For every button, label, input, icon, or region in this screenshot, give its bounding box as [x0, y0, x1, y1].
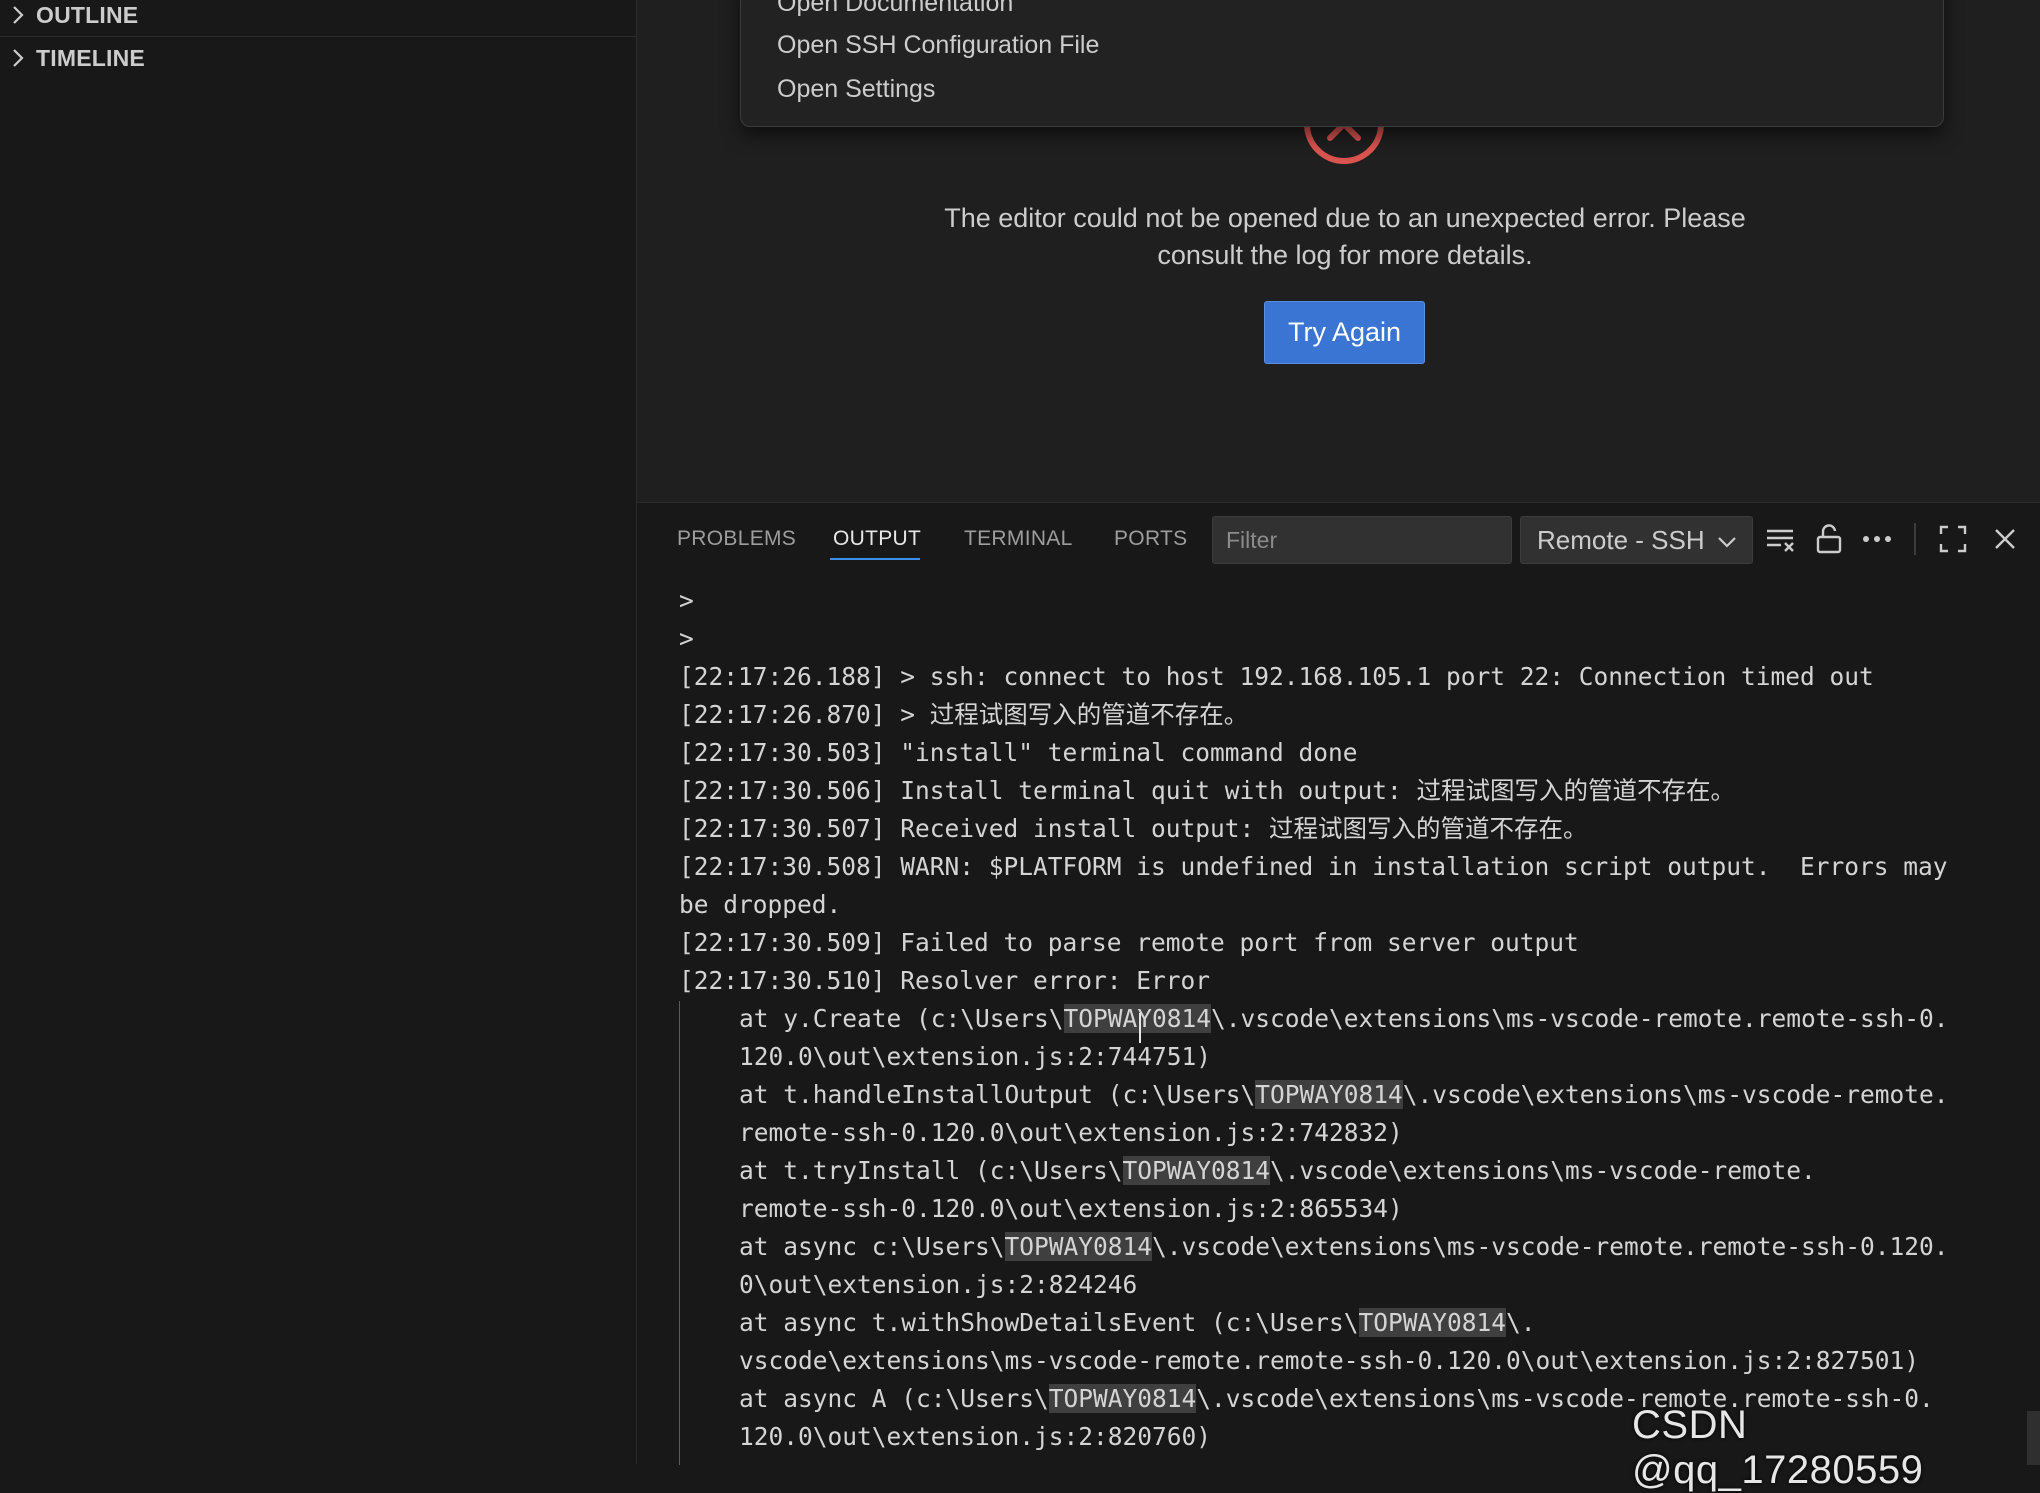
- tab-problems[interactable]: PROBLEMS: [677, 527, 796, 551]
- stack-line: 120.0\out\extension.js:2:820760): [739, 1418, 1211, 1456]
- stack-text: remote-ssh-0.120.0\out\extension.js:2:86…: [739, 1194, 1403, 1223]
- text-cursor: [1139, 1013, 1141, 1043]
- tab-ports[interactable]: PORTS: [1114, 527, 1187, 551]
- search-highlight: TOPWAY0814: [1122, 1156, 1271, 1185]
- outline-label: OUTLINE: [36, 1, 139, 28]
- output-log[interactable]: > > [22:17:26.188] > ssh: connect to hos…: [637, 573, 2040, 1465]
- clear-output-icon[interactable]: [1761, 519, 1801, 559]
- sidebar: OUTLINE TIMELINE: [0, 0, 637, 1464]
- stack-line: remote-ssh-0.120.0\out\extension.js:2:74…: [739, 1114, 1403, 1152]
- stack-line: remote-ssh-0.120.0\out\extension.js:2:86…: [739, 1190, 1403, 1228]
- quick-pick-menu: Open Documentation Open SSH Configuratio…: [740, 0, 1944, 127]
- indent-guide: [679, 1001, 680, 1465]
- log-line: [22:17:30.509] Failed to parse remote po…: [679, 928, 1579, 957]
- stack-line: at t.handleInstallOutput (c:\Users\TOPWA…: [739, 1076, 1949, 1114]
- menu-item-open-ssh-config[interactable]: Open SSH Configuration File: [777, 31, 1099, 60]
- timeline-section-header[interactable]: TIMELINE: [0, 37, 636, 79]
- log-line: be dropped.: [679, 890, 842, 919]
- error-message-line: consult the log for more details.: [1157, 240, 1533, 270]
- stack-line: at async t.withShowDetailsEvent (c:\User…: [739, 1304, 1536, 1342]
- try-again-button[interactable]: Try Again: [1264, 301, 1425, 364]
- search-highlight: TOPWAY0814: [1358, 1308, 1507, 1337]
- menu-item-open-settings[interactable]: Open Settings: [777, 75, 935, 104]
- stack-text: \.: [1506, 1308, 1536, 1337]
- stack-text: \.vscode\extensions\ms-vscode-remote.: [1270, 1156, 1816, 1185]
- stack-text: 120.0\out\extension.js:2:744751): [739, 1042, 1212, 1071]
- stack-text: 0\out\extension.js:2:824246: [739, 1270, 1138, 1299]
- stack-line: at async c:\Users\TOPWAY0814\.vscode\ext…: [739, 1228, 1949, 1266]
- active-tab-indicator: [830, 558, 920, 560]
- stack-text: at y.Create (c:\Users\: [739, 1004, 1064, 1033]
- stack-text: at async c:\Users\: [739, 1232, 1005, 1261]
- chevron-right-icon: [0, 0, 36, 36]
- stack-text: \.vscode\extensions\ms-vscode-remote.rem…: [1152, 1232, 1949, 1261]
- close-panel-icon[interactable]: [1985, 519, 2025, 559]
- stack-text: \.vscode\extensions\ms-vscode-remote.rem…: [1211, 1004, 1949, 1033]
- bottom-panel: PROBLEMS OUTPUT TERMINAL PORTS Remote - …: [637, 502, 2040, 1465]
- log-line: >: [679, 586, 694, 615]
- outline-section-header[interactable]: OUTLINE: [0, 0, 636, 37]
- panel-tab-bar: PROBLEMS OUTPUT TERMINAL PORTS Remote - …: [637, 503, 2040, 573]
- log-line: [22:17:26.188] > ssh: connect to host 19…: [679, 662, 1874, 691]
- tab-output[interactable]: OUTPUT: [833, 527, 921, 551]
- more-actions-icon[interactable]: [1857, 519, 1897, 559]
- unlock-icon[interactable]: [1809, 519, 1849, 559]
- stack-line: at t.tryInstall (c:\Users\TOPWAY0814\.vs…: [739, 1152, 1816, 1190]
- editor-error-message: The editor could not be opened due to an…: [880, 200, 1810, 274]
- stack-text: vscode\extensions\ms-vscode-remote.remot…: [739, 1346, 1920, 1375]
- filter-input[interactable]: [1212, 516, 1512, 564]
- stack-line: at y.Create (c:\Users\TOPWAY0814\.vscode…: [739, 1000, 1949, 1038]
- log-line: [22:17:30.510] Resolver error: Error: [679, 966, 1211, 995]
- stack-text: at t.tryInstall (c:\Users\: [739, 1156, 1123, 1185]
- stack-text: at async A (c:\Users\: [739, 1384, 1049, 1413]
- log-line: [22:17:30.506] Install terminal quit wit…: [679, 776, 1736, 805]
- stack-text: at t.handleInstallOutput (c:\Users\: [739, 1080, 1256, 1109]
- log-line: [22:17:30.507] Received install output: …: [679, 814, 1588, 843]
- maximize-panel-icon[interactable]: [1933, 519, 1973, 559]
- log-line: >: [679, 624, 694, 653]
- channel-value: Remote - SSH: [1537, 524, 1705, 555]
- tab-terminal[interactable]: TERMINAL: [964, 527, 1073, 551]
- search-highlight: TOPWAY0814: [1048, 1384, 1197, 1413]
- stack-text: at async t.withShowDetailsEvent (c:\User…: [739, 1308, 1359, 1337]
- log-line: [22:17:26.870] > 过程试图写入的管道不存在。: [679, 700, 1249, 729]
- stack-text: 120.0\out\extension.js:2:820760): [739, 1422, 1212, 1451]
- watermark: CSDN @qq_17280559: [1632, 1403, 1924, 1492]
- error-message-line: The editor could not be opened due to an…: [944, 203, 1746, 233]
- search-highlight: TOPWAY0814: [1255, 1080, 1403, 1109]
- chevron-down-icon: [1716, 529, 1738, 560]
- chevron-right-icon: [0, 37, 36, 79]
- menu-item-open-documentation[interactable]: Open Documentation: [777, 0, 1013, 18]
- stack-text: remote-ssh-0.120.0\out\extension.js:2:74…: [739, 1118, 1403, 1147]
- output-channel-select[interactable]: Remote - SSH: [1520, 516, 1753, 564]
- stack-text: \.vscode\extensions\ms-vscode-remote.: [1402, 1080, 1949, 1109]
- search-highlight: TOPWAY0814: [1004, 1232, 1153, 1261]
- log-line: [22:17:30.508] WARN: $PLATFORM is undefi…: [679, 852, 1948, 881]
- stack-line: 0\out\extension.js:2:824246: [739, 1266, 1137, 1304]
- stack-line: 120.0\out\extension.js:2:744751): [739, 1038, 1211, 1076]
- timeline-label: TIMELINE: [36, 44, 145, 71]
- search-highlight: TOPWAY0814: [1063, 1004, 1212, 1033]
- toolbar-separator: [1914, 523, 1916, 555]
- log-line: [22:17:30.503] "install" terminal comman…: [679, 738, 1358, 767]
- stack-line: vscode\extensions\ms-vscode-remote.remot…: [739, 1342, 1919, 1380]
